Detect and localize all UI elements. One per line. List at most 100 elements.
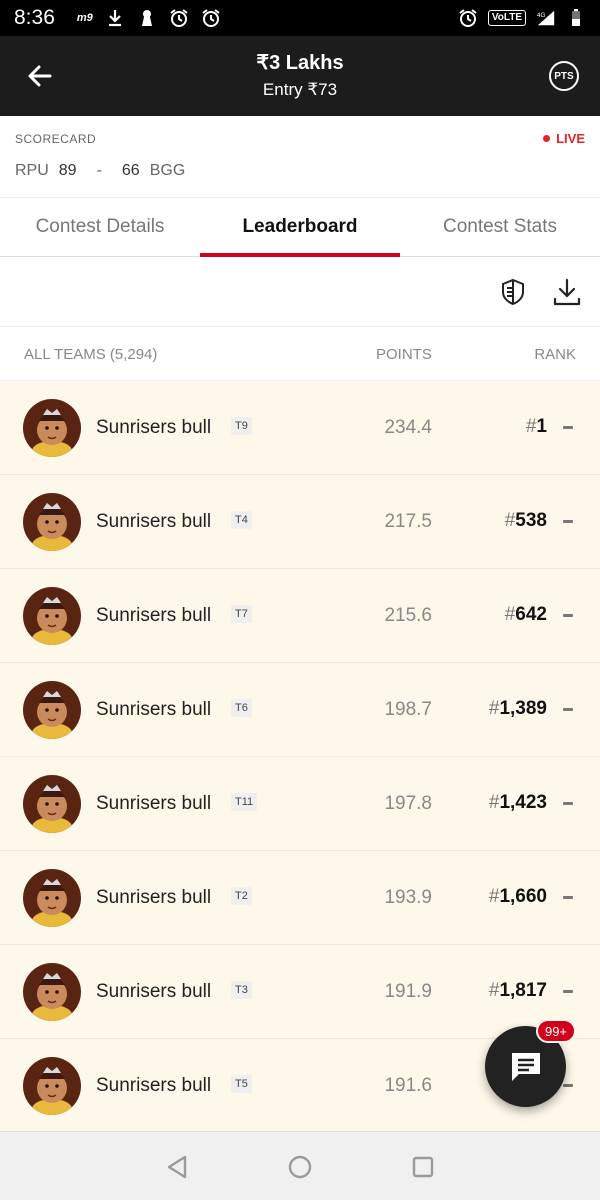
shield-icon bbox=[502, 278, 524, 306]
team-rank: #538 bbox=[505, 510, 547, 532]
scorecard-label: SCORECARD bbox=[15, 132, 97, 146]
leaderboard-row[interactable]: Sunrisers bull T2 193.9 #1,660 bbox=[0, 851, 600, 945]
rank-hash: # bbox=[488, 886, 500, 907]
rank-value: 642 bbox=[515, 604, 547, 625]
battery-icon bbox=[566, 8, 586, 28]
score-separator: - bbox=[96, 162, 102, 179]
triangle-back-icon bbox=[167, 1155, 187, 1179]
avatar bbox=[23, 493, 81, 551]
user-name: Sunrisers bull bbox=[96, 417, 212, 438]
team-points: 215.6 bbox=[384, 605, 432, 626]
team-points: 191.6 bbox=[384, 1075, 432, 1096]
tab-leaderboard[interactable]: Leaderboard bbox=[200, 198, 400, 257]
leaderboard-tools bbox=[0, 257, 600, 327]
user-name: Sunrisers bull bbox=[96, 511, 212, 532]
team-number-tag: T2 bbox=[231, 887, 252, 905]
avatar bbox=[23, 399, 81, 457]
rank-change-icon bbox=[563, 520, 573, 523]
live-dot-icon bbox=[543, 135, 551, 142]
rank-change-icon bbox=[563, 708, 573, 711]
team-rank: #1 bbox=[526, 416, 547, 438]
rank-hash: # bbox=[504, 510, 516, 531]
avatar bbox=[23, 1057, 81, 1115]
leaderboard-row[interactable]: Sunrisers bull T7 215.6 #642 bbox=[0, 569, 600, 663]
keyhole-icon bbox=[137, 8, 157, 28]
tab-contest-details[interactable]: Contest Details bbox=[0, 198, 200, 256]
download-icon bbox=[553, 278, 581, 306]
avatar bbox=[23, 775, 81, 833]
user-name: Sunrisers bull bbox=[96, 793, 212, 814]
leaderboard-list: Sunrisers bull T9 234.4 #1 Sunrisers bul… bbox=[0, 381, 600, 1131]
alarm-icon bbox=[201, 8, 221, 28]
clock: 8:36 bbox=[14, 6, 55, 29]
rank-value: 1,423 bbox=[499, 792, 547, 813]
score-line: RPU 89 - 66 BGG bbox=[15, 162, 185, 180]
download-teams-button[interactable] bbox=[550, 275, 584, 309]
entry-fee: Entry ₹73 bbox=[262, 80, 338, 99]
team-rank: #1,423 bbox=[489, 792, 547, 814]
rank-hash: # bbox=[488, 698, 500, 719]
alarm-icon bbox=[169, 8, 189, 28]
nav-recents-button[interactable] bbox=[406, 1150, 440, 1184]
rank-value: 538 bbox=[515, 510, 547, 531]
team1-score: 89 bbox=[58, 162, 77, 179]
tab-bar: Contest Details Leaderboard Contest Stat… bbox=[0, 198, 600, 257]
user-name: Sunrisers bull bbox=[96, 1075, 212, 1096]
mygov-icon: m9 bbox=[76, 12, 93, 24]
points-header: POINTS bbox=[376, 346, 432, 363]
all-teams-header: ALL TEAMS (5,294) bbox=[24, 346, 158, 363]
rank-hash: # bbox=[504, 604, 516, 625]
leaderboard-row[interactable]: Sunrisers bull T4 217.5 #538 bbox=[0, 475, 600, 569]
square-recents-icon bbox=[412, 1156, 434, 1178]
status-bar: 8:36 m9 VoLTE 4G bbox=[0, 0, 600, 36]
nav-home-button[interactable] bbox=[283, 1150, 317, 1184]
chat-unread-badge: 99+ bbox=[536, 1019, 576, 1043]
user-name: Sunrisers bull bbox=[96, 887, 212, 908]
tab-contest-stats[interactable]: Contest Stats bbox=[400, 198, 600, 256]
scorecard[interactable]: SCORECARD LIVE RPU 89 - 66 BGG bbox=[0, 116, 600, 198]
contest-header: ₹3 Lakhs Entry ₹73 PTS bbox=[0, 36, 600, 116]
rank-hash: # bbox=[488, 980, 500, 1001]
team-number-tag: T6 bbox=[231, 699, 252, 717]
team-points: 217.5 bbox=[384, 511, 432, 532]
team-points: 234.4 bbox=[384, 417, 432, 438]
leaderboard-column-header: ALL TEAMS (5,294) POINTS RANK bbox=[0, 327, 600, 381]
network-type: 4G bbox=[537, 12, 546, 19]
user-name: Sunrisers bull bbox=[96, 605, 212, 626]
leaderboard-row[interactable]: Sunrisers bull T6 198.7 #1,389 bbox=[0, 663, 600, 757]
rank-value: 1,660 bbox=[499, 886, 547, 907]
team-points: 197.8 bbox=[384, 793, 432, 814]
team-rank: #1,389 bbox=[489, 698, 547, 720]
nav-back-button[interactable] bbox=[160, 1150, 194, 1184]
rank-change-icon bbox=[563, 990, 573, 993]
rank-change-icon bbox=[563, 896, 573, 899]
rank-header: RANK bbox=[534, 346, 576, 363]
rank-change-icon bbox=[563, 1084, 573, 1087]
live-indicator: LIVE bbox=[543, 131, 585, 146]
team-rank: #1,817 bbox=[489, 980, 547, 1002]
team-points: 193.9 bbox=[384, 887, 432, 908]
prize-title: ₹3 Lakhs bbox=[256, 52, 344, 74]
rank-hash: # bbox=[488, 792, 500, 813]
avatar bbox=[23, 587, 81, 645]
rank-value: 1 bbox=[536, 416, 547, 437]
team-number-tag: T7 bbox=[231, 605, 252, 623]
rank-value: 1,389 bbox=[499, 698, 547, 719]
rank-hash: # bbox=[525, 416, 537, 437]
leaderboard-row[interactable]: Sunrisers bull T11 197.8 #1,423 bbox=[0, 757, 600, 851]
team-points: 198.7 bbox=[384, 699, 432, 720]
points-system-button[interactable]: PTS bbox=[549, 61, 579, 91]
team-points: 191.9 bbox=[384, 981, 432, 1002]
leaderboard-row[interactable]: Sunrisers bull T9 234.4 #1 bbox=[0, 381, 600, 475]
leaderboard-row[interactable]: Sunrisers bull T3 191.9 #1,817 bbox=[0, 945, 600, 1039]
rank-change-icon bbox=[563, 614, 573, 617]
system-nav-bar bbox=[0, 1131, 600, 1200]
team-rank: #642 bbox=[505, 604, 547, 626]
avatar bbox=[23, 963, 81, 1021]
compare-teams-button[interactable] bbox=[496, 275, 530, 309]
team-number-tag: T3 bbox=[231, 981, 252, 999]
chat-icon bbox=[511, 1052, 540, 1081]
alarm-icon bbox=[458, 8, 478, 28]
download-icon bbox=[105, 8, 125, 28]
team-number-tag: T11 bbox=[231, 793, 258, 811]
